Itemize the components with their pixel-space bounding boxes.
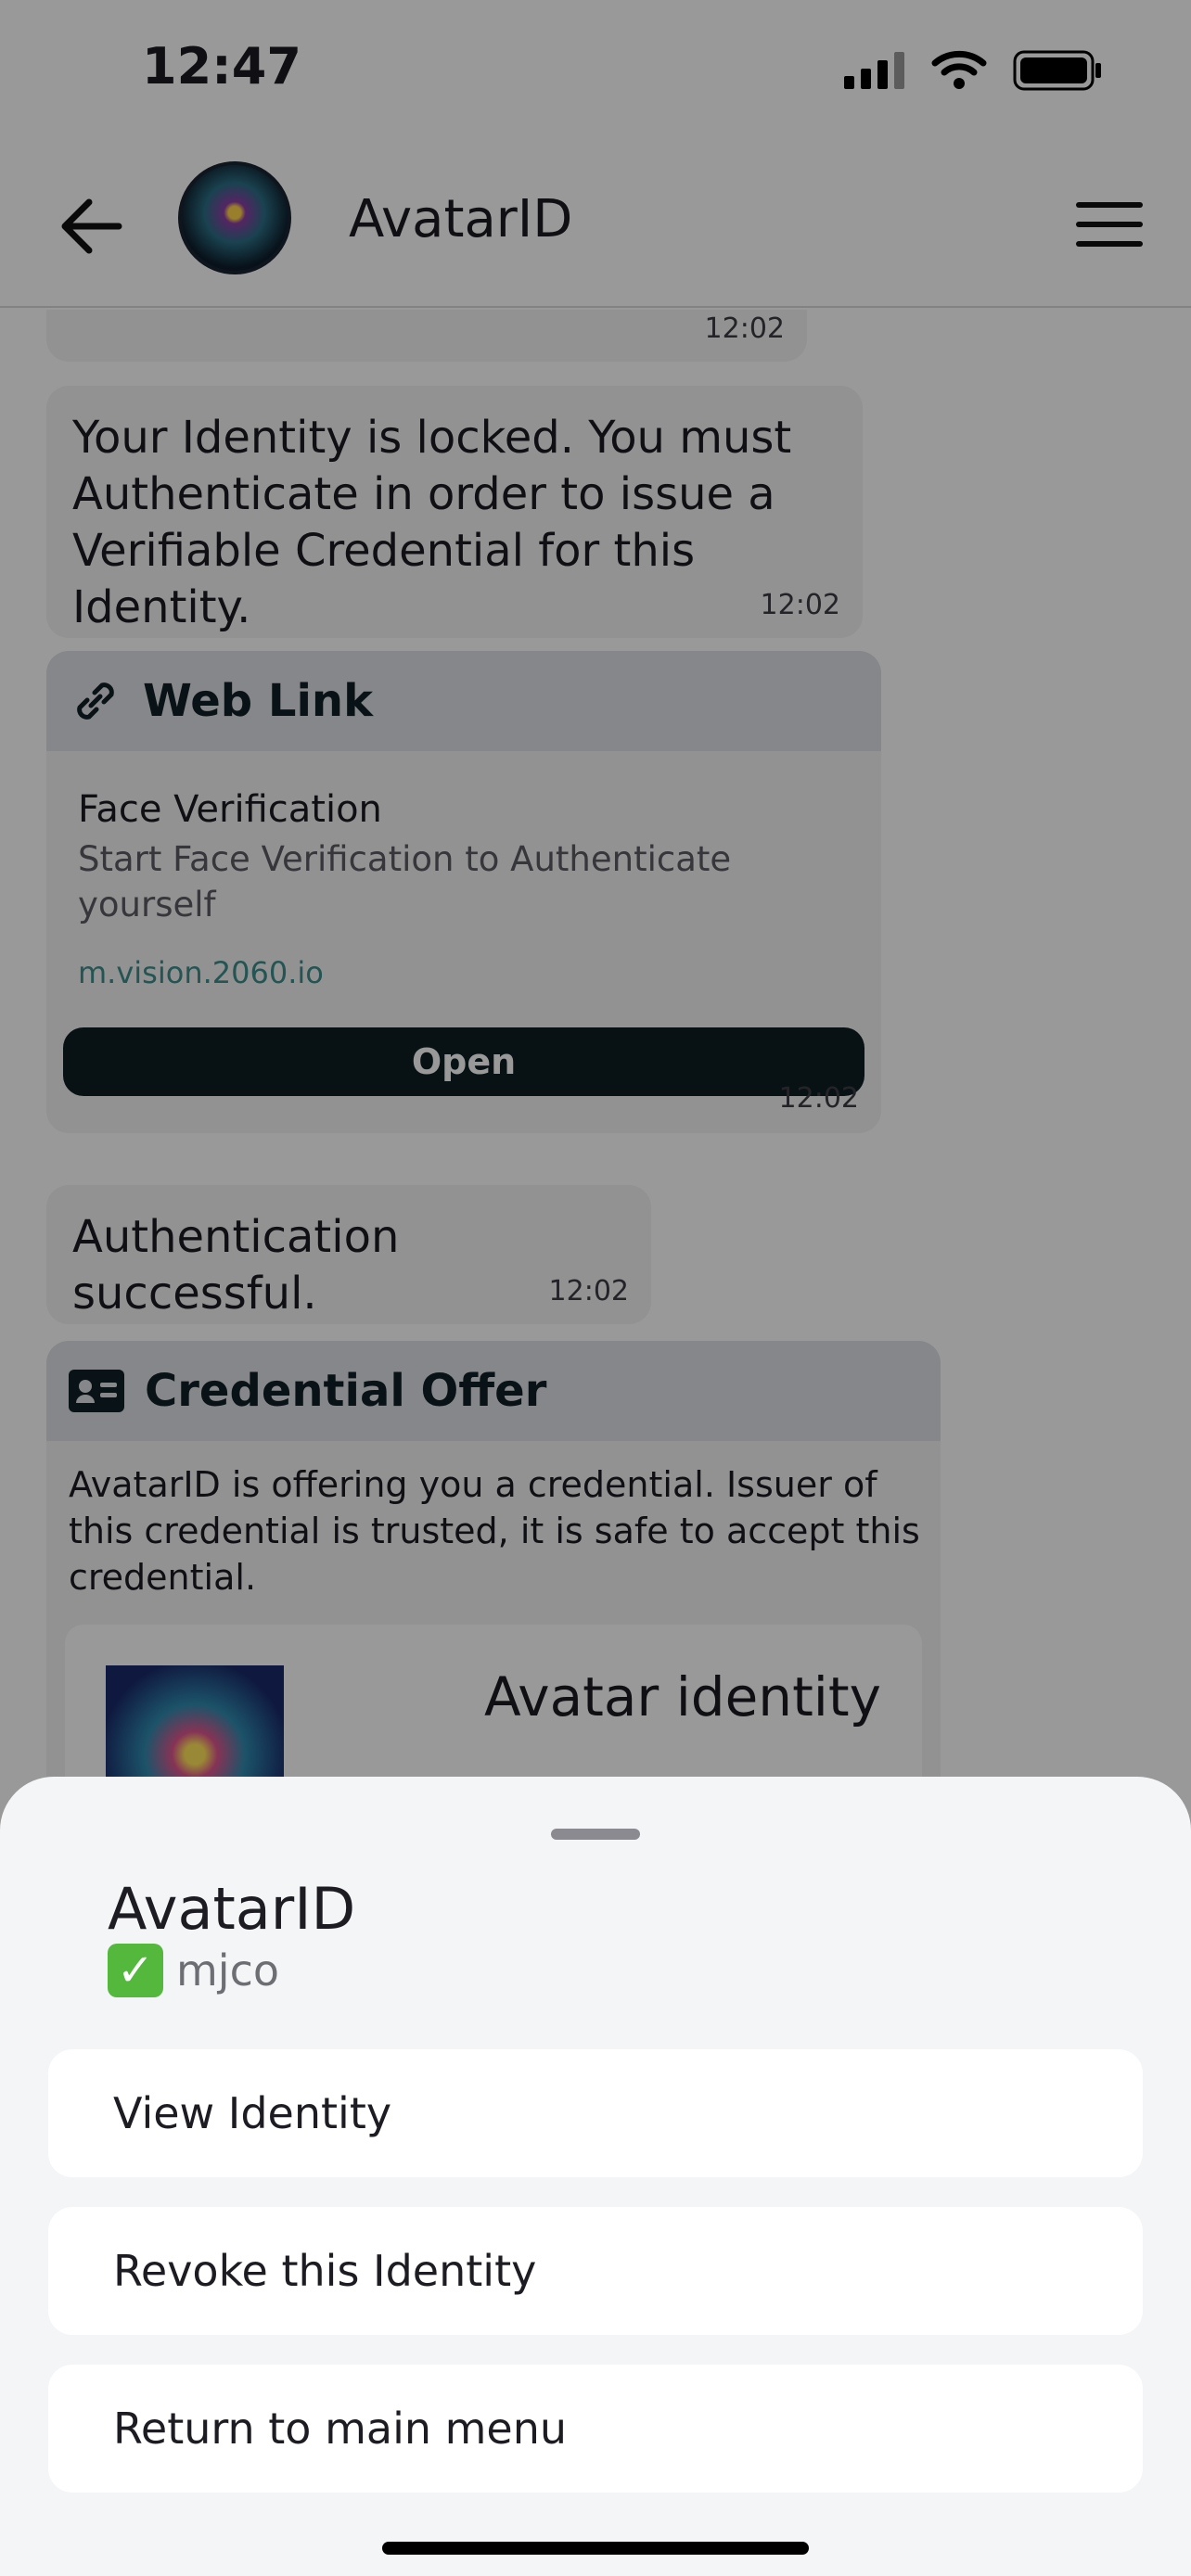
view-identity-button[interactable]: View Identity <box>48 2049 1143 2177</box>
sheet-handle[interactable] <box>551 1829 640 1840</box>
sheet-title: AvatarID <box>108 1875 356 1943</box>
home-indicator[interactable] <box>382 2542 809 2555</box>
bottom-sheet: AvatarID ✓ mjco View Identity Revoke thi… <box>0 1777 1191 2576</box>
sheet-subtitle: ✓ mjco <box>108 1944 279 1997</box>
sheet-subtitle-text: mjco <box>176 1945 280 1996</box>
return-main-menu-button[interactable]: Return to main menu <box>48 2365 1143 2493</box>
revoke-identity-button[interactable]: Revoke this Identity <box>48 2207 1143 2335</box>
verified-check-icon: ✓ <box>108 1944 163 1997</box>
